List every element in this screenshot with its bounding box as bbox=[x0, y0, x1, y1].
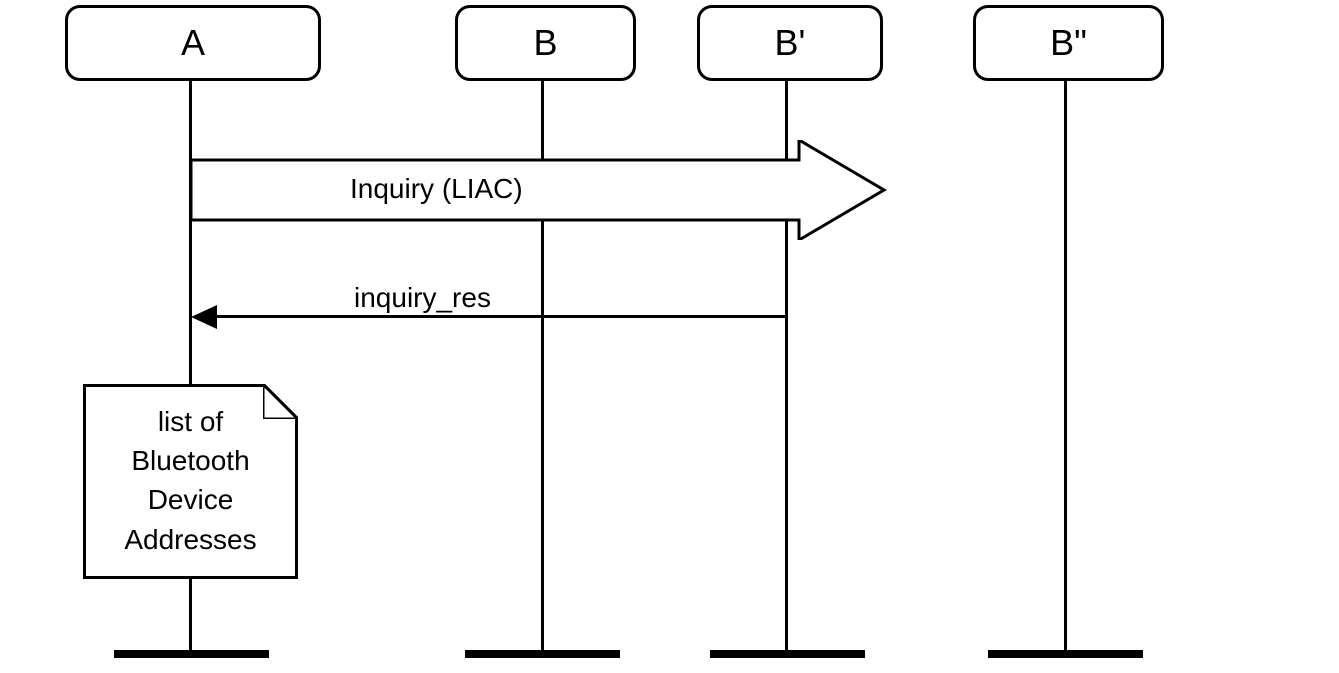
response-label: inquiry_res bbox=[354, 282, 491, 314]
lifeline-b-double-end bbox=[988, 650, 1143, 658]
note-line-1: list of bbox=[96, 402, 285, 441]
note-line-3: Device bbox=[96, 480, 285, 519]
lifeline-b-prime-end bbox=[710, 650, 865, 658]
participant-b-double-label: B" bbox=[1050, 22, 1087, 64]
participant-b-double: B" bbox=[973, 5, 1164, 81]
response-arrow-line bbox=[200, 315, 787, 318]
note-corner-icon bbox=[263, 384, 298, 419]
lifeline-b-end bbox=[465, 650, 620, 658]
response-arrowhead-icon bbox=[191, 303, 219, 331]
sequence-diagram: A B B' B" Inquiry (LIAC) inquiry_res bbox=[0, 0, 1339, 673]
participant-a: A bbox=[65, 5, 321, 81]
note-box: list of Bluetooth Device Addresses bbox=[83, 384, 298, 579]
inquiry-label: Inquiry (LIAC) bbox=[350, 173, 523, 205]
lifeline-b-double bbox=[1064, 78, 1067, 653]
participant-b-label: B bbox=[533, 22, 557, 64]
lifeline-a-end bbox=[114, 650, 269, 658]
note-line-4: Addresses bbox=[96, 520, 285, 559]
participant-b: B bbox=[455, 5, 636, 81]
participant-a-label: A bbox=[181, 22, 205, 64]
note-line-2: Bluetooth bbox=[96, 441, 285, 480]
participant-b-prime-label: B' bbox=[775, 22, 806, 64]
participant-b-prime: B' bbox=[697, 5, 883, 81]
inquiry-arrow bbox=[189, 140, 889, 240]
